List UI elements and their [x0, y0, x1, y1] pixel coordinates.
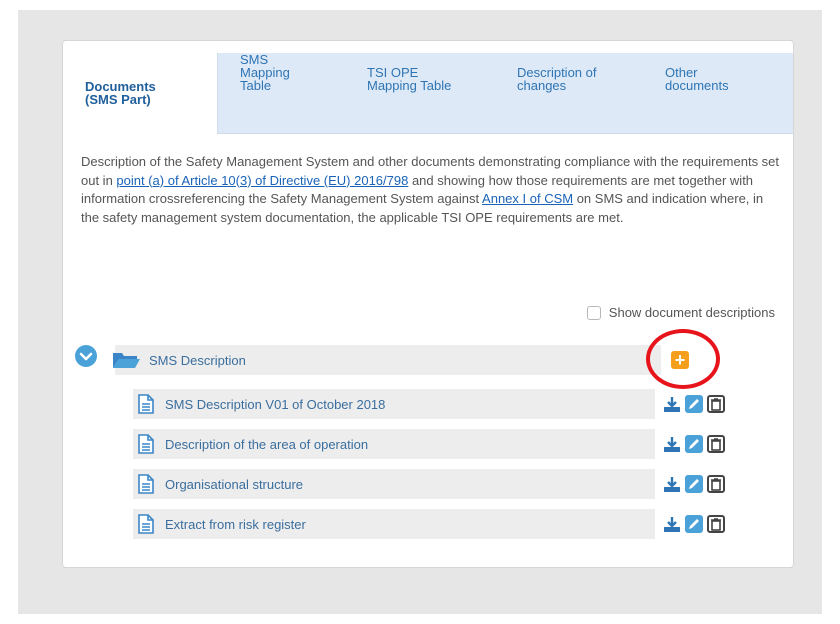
trash-icon[interactable] [707, 515, 725, 533]
pencil-icon[interactable] [685, 515, 703, 533]
tab-description-of-changes[interactable]: Description of changes [495, 53, 643, 133]
tab-other-documents[interactable]: Other documents [643, 53, 793, 133]
chevron-down-icon[interactable] [75, 345, 97, 367]
pencil-icon[interactable] [685, 435, 703, 453]
folder-bar[interactable]: SMS Description [113, 345, 661, 375]
annex-link[interactable]: Annex I of CSM [482, 191, 573, 206]
pencil-icon[interactable] [685, 475, 703, 493]
document-row[interactable]: SMS Description V01 of October 2018 [133, 389, 655, 419]
document-actions [663, 515, 725, 533]
document-label: Organisational structure [165, 476, 304, 492]
document-actions [663, 395, 725, 413]
document-icon [138, 434, 154, 454]
folder-open-icon [113, 353, 140, 368]
document-row[interactable]: Organisational structure [133, 469, 655, 499]
section-description: Description of the Safety Management Sys… [81, 153, 781, 227]
document-icon [138, 514, 154, 534]
folder-row: SMS Description + [75, 329, 765, 389]
document-label: Extract from risk register [165, 516, 306, 532]
directive-link[interactable]: point (a) of Article 10(3) of Directive … [116, 173, 408, 188]
download-icon[interactable] [663, 515, 681, 533]
pencil-icon[interactable] [685, 395, 703, 413]
download-icon[interactable] [663, 395, 681, 413]
trash-icon[interactable] [707, 395, 725, 413]
document-label: SMS Description V01 of October 2018 [165, 396, 386, 412]
tab-documents-sms-part[interactable]: Documents (SMS Part) [63, 53, 218, 134]
folder-label: SMS Description [149, 352, 246, 368]
show-descriptions-label: Show document descriptions [608, 305, 775, 320]
document-actions [663, 435, 725, 453]
show-descriptions-checkbox[interactable] [586, 305, 601, 320]
document-label: Description of the area of operation [165, 436, 369, 452]
highlight-annotation [646, 329, 720, 389]
show-descriptions-toggle[interactable]: Show document descriptions [586, 305, 775, 320]
document-icon [138, 394, 154, 414]
tab-sms-mapping-table[interactable]: SMS Mapping Table [218, 53, 345, 133]
trash-icon[interactable] [707, 435, 725, 453]
document-row[interactable]: Extract from risk register [133, 509, 655, 539]
trash-icon[interactable] [707, 475, 725, 493]
tab-tsi-ope-mapping-table[interactable]: TSI OPE Mapping Table [345, 53, 495, 133]
document-icon [138, 474, 154, 494]
document-row[interactable]: Description of the area of operation [133, 429, 655, 459]
download-icon[interactable] [663, 435, 681, 453]
documents-panel: Documents (SMS Part) SMS Mapping Table T… [62, 40, 794, 568]
tab-bar: Documents (SMS Part) SMS Mapping Table T… [63, 53, 793, 134]
download-icon[interactable] [663, 475, 681, 493]
document-actions [663, 475, 725, 493]
